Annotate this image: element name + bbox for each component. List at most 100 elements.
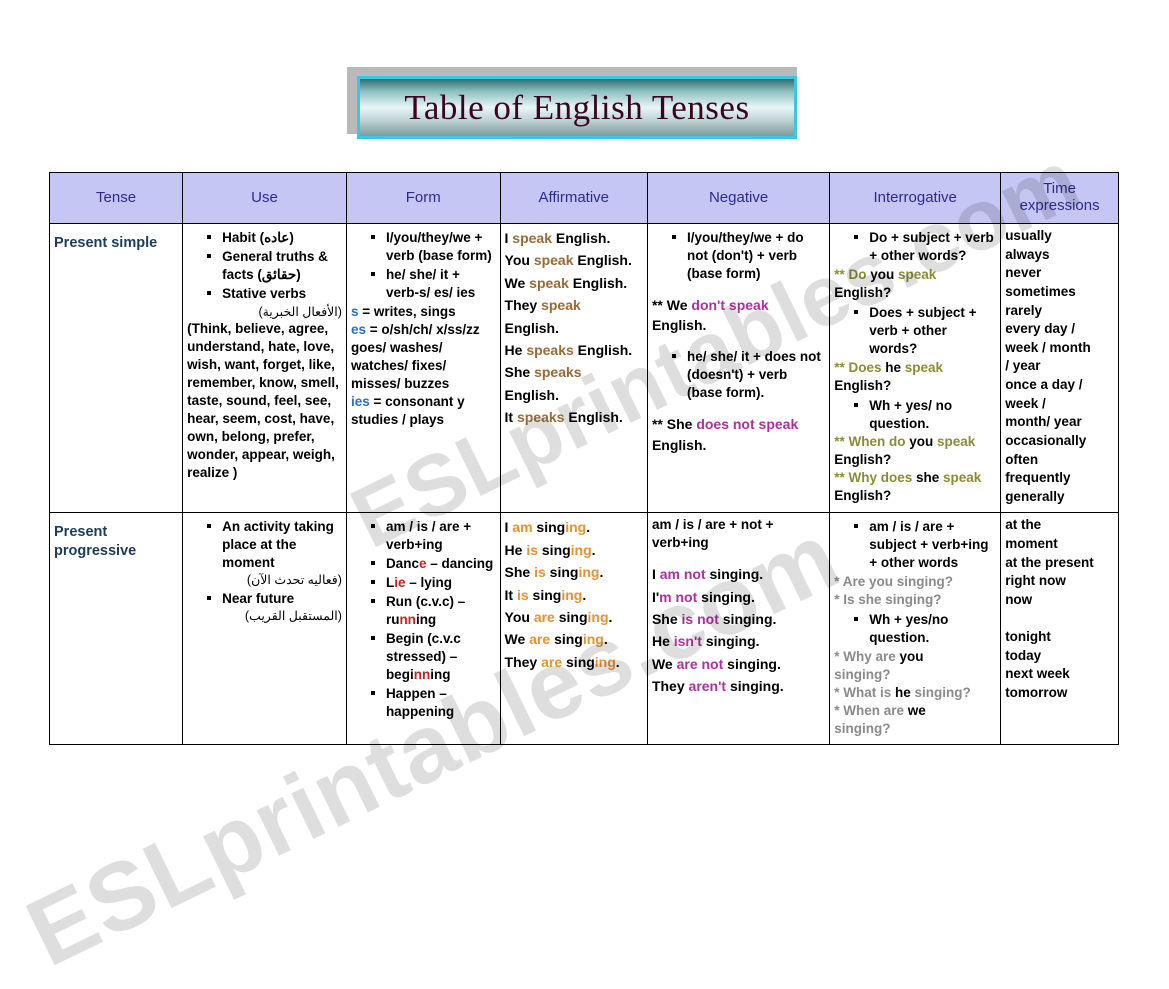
example-sentence: We speak English. — [504, 274, 628, 291]
example-sentence: ** Do you speak — [834, 266, 937, 282]
list-item: he/ she/ it + does not (doesn't) + verb … — [671, 348, 825, 402]
interrogative-bullet-list: Does + subject + verb + other words? — [834, 304, 996, 358]
example-sentence-cont: English. — [651, 436, 707, 453]
time-expression-item: occasionally — [1005, 432, 1087, 448]
cell-form: am / is / are + verb+ing Dance – dancing L… — [345, 512, 501, 745]
list-item: Begin (c.v.c stressed) – beginning — [370, 630, 496, 684]
negative-bullet-list-2: he/ she/ it + does not (doesn't) + verb … — [652, 348, 825, 402]
time-expression-item: never — [1005, 265, 1042, 281]
cell-affirmative: I am singing. He is singing. She is singin… — [499, 512, 648, 745]
interrogative-bullet-list: Wh + yes/no question. — [834, 611, 996, 647]
time-expression-item: week / month — [1005, 339, 1091, 355]
time-expression-item: at the — [1005, 517, 1042, 533]
example-sentence: It is singing. — [504, 586, 587, 603]
header-negative: Negative — [646, 172, 831, 224]
time-expression-item: rarely — [1005, 302, 1042, 318]
list-item: Dance – dancing — [370, 555, 496, 573]
cell-interrogative: am / is / are + subject + verb+ing + oth… — [829, 512, 1002, 745]
cell-use: An activity taking place at the moment (… — [182, 512, 347, 745]
list-item: Happen – happening — [370, 685, 496, 721]
example-sentence: I'm not singing. — [651, 588, 755, 605]
cell-negative: am / is / are + not + verb+ing I am not … — [646, 512, 831, 745]
example-sentence: * What is he singing? — [834, 684, 971, 700]
example-sentence: I am not singing. — [651, 566, 764, 583]
example-sentence-cont: English. — [651, 317, 707, 334]
example-sentence-cont: English? — [834, 452, 892, 468]
example-sentence: She speaks — [504, 364, 582, 381]
negative-examples: I am not singing. I'm not singing. She is … — [652, 563, 825, 697]
form-bullet-list: am / is / are + verb+ing Dance – dancing L… — [351, 518, 496, 720]
example-sentence: ** Does he speak — [834, 359, 944, 375]
example-sentence: She is singing. — [504, 564, 604, 581]
example-sentence: ** Why does she speak — [834, 470, 982, 486]
header-tense: Tense — [48, 172, 184, 224]
table-row: Present simple Habit (عاده) General trut… — [48, 222, 1119, 514]
example-sentence-cont: English? — [834, 488, 892, 504]
example-sentence: ** She does not speak — [651, 416, 799, 433]
list-item: Wh + yes/no question. — [854, 611, 996, 647]
time-expression-item: next week — [1005, 666, 1070, 682]
example-sentence: They are singing. — [504, 653, 620, 670]
time-expression-item: / year — [1005, 358, 1041, 374]
example-sentence: * When are we — [834, 702, 926, 718]
stative-verbs-paragraph: (Think, believe, agree, understand, hate… — [187, 321, 339, 481]
list-item: I/you/they/we + verb (base form) — [370, 229, 496, 265]
list-item: Stative verbs — [207, 285, 342, 303]
list-item: Near future (المستقبل القريب) — [207, 590, 342, 625]
time-expression-item: once a day / — [1005, 377, 1083, 392]
list-item: Lie – lying — [370, 574, 496, 592]
cell-time-expressions: at the moment at the present right now now t… — [1000, 512, 1119, 745]
example-sentence: * Is she singing? — [834, 592, 942, 608]
time-expression-item: today — [1005, 647, 1042, 663]
cell-interrogative: Do + subject + verb + other words? ** Do … — [829, 222, 1002, 514]
header-interrogative: Interrogative — [829, 172, 1002, 224]
list-item: An activity taking place at the moment (… — [207, 518, 342, 588]
time-expression-item: tonight — [1005, 629, 1051, 645]
time-expression-item: right now — [1005, 573, 1066, 589]
example-sentence-cont: English? — [834, 284, 892, 300]
interrogative-bullet-list: Do + subject + verb + other words? — [834, 229, 996, 265]
example-sentence: ** When do you speak — [834, 434, 976, 450]
time-expression-item: usually — [1005, 228, 1052, 243]
time-expression-item: moment — [1005, 536, 1058, 551]
list-item: Habit (عاده) — [207, 229, 342, 247]
tense-label: Present simple — [54, 235, 158, 251]
interrogative-content: am / is / are + subject + verb+ing + oth… — [834, 518, 996, 737]
form-rule: studies / plays — [350, 411, 444, 427]
example-sentence: They speak — [504, 297, 581, 314]
time-expression-item: always — [1005, 246, 1050, 262]
time-expression-item: sometimes — [1005, 283, 1076, 299]
example-sentence: It speaks English. — [504, 409, 623, 426]
form-bullet-list: I/you/they/we + verb (base form) he/ she… — [351, 229, 496, 302]
list-item: General truths & facts (حقائق) — [207, 248, 342, 284]
time-expression-item: tomorrow — [1005, 685, 1068, 700]
list-item: I/you/they/we + do not (don't) + verb (b… — [671, 229, 825, 283]
header-time-expressions: Time expressions — [1000, 172, 1119, 224]
form-rule: ies = consonant y — [350, 393, 465, 409]
list-item: Does + subject + verb + other words? — [854, 304, 996, 358]
cell-affirmative: I speak English. You speak English. We s… — [499, 222, 648, 514]
negative-form-text: am / is / are + not + verb+ing — [651, 517, 774, 551]
use-bullet-list: Habit (عاده) General truths & facts (حقا… — [187, 229, 342, 303]
cell-time-expressions: usually always never sometimes rarely every d… — [1000, 222, 1119, 514]
table-row: Present progressive An activity taking p… — [48, 512, 1119, 745]
list-item: he/ she/ it + verb-s/ es/ ies — [370, 266, 496, 302]
example-sentence: You are singing. — [504, 608, 613, 625]
header-form: Form — [345, 172, 501, 224]
page-title: Table of English Tenses — [404, 87, 750, 127]
example-sentence: They aren't singing. — [651, 678, 784, 695]
cell-use: Habit (عاده) General truths & facts (حقا… — [182, 222, 347, 514]
example-sentence: He speaks English. — [504, 341, 633, 358]
negative-bullet-list: I/you/they/we + do not (don't) + verb (b… — [652, 229, 825, 283]
list-item: am / is / are + subject + verb+ing + oth… — [854, 518, 996, 572]
example-sentence-cont: English. — [504, 386, 559, 403]
arabic-note: (فعاليه تحدث الآن) — [246, 573, 342, 588]
example-sentence-cont: English. — [504, 319, 559, 336]
example-sentence-cont: singing? — [834, 720, 891, 736]
use-bullet-list: An activity taking place at the moment (… — [187, 518, 342, 624]
cell-tense: Present simple — [48, 222, 184, 514]
time-expressions-list: usually always never sometimes rarely every d… — [1005, 227, 1114, 506]
